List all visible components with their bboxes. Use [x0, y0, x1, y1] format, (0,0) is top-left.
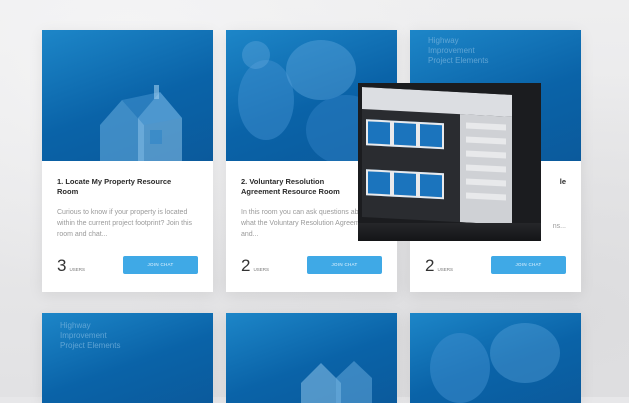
card-image-house [42, 30, 213, 161]
monitor-screen [362, 87, 512, 225]
screen-tile [418, 171, 444, 200]
user-count-number: 2 [425, 256, 435, 275]
screen-tile [392, 170, 418, 198]
user-count-label: USERS [253, 267, 269, 272]
house-illustration [100, 85, 182, 161]
card-description: Curious to know if your property is loca… [57, 209, 193, 238]
monitor-base [358, 223, 541, 241]
screen-header [362, 87, 512, 117]
image-overlay-text: Highway Improvement Project Elements [60, 321, 121, 350]
monitor-preview-image [358, 83, 541, 241]
card-image-highway: Highway Improvement Project Elements [42, 313, 213, 403]
screen-tile [366, 119, 392, 147]
image-overlay-text: Highway Improvement Project Elements [428, 36, 489, 65]
resource-room-card-4[interactable]: Highway Improvement Project Elements [42, 313, 213, 403]
card-image-house [226, 313, 397, 403]
screen-tile [366, 169, 392, 197]
user-count-label: USERS [437, 267, 453, 272]
user-count: 3 USERS [57, 257, 85, 276]
screen-tile [392, 120, 418, 148]
card-image-people [410, 313, 581, 403]
join-chat-button[interactable]: JOIN CHAT [123, 256, 198, 274]
resource-room-card-5[interactable] [226, 313, 397, 403]
user-count: 2 USERS [425, 257, 453, 276]
join-chat-button[interactable]: JOIN CHAT [491, 256, 566, 274]
card-title: 1. Locate My Property Resource Room [57, 177, 172, 196]
resource-room-card-1[interactable]: 1. Locate My Property Resource Room Curi… [42, 30, 213, 292]
user-count: 2 USERS [241, 257, 269, 276]
user-count-number: 3 [57, 256, 67, 275]
resource-room-card-6[interactable] [410, 313, 581, 403]
screen-tile [418, 121, 444, 150]
join-chat-button[interactable]: JOIN CHAT [307, 256, 382, 274]
user-count-label: USERS [69, 267, 85, 272]
house-illustration [301, 361, 372, 403]
user-count-number: 2 [241, 256, 251, 275]
people-illustration [430, 323, 560, 403]
